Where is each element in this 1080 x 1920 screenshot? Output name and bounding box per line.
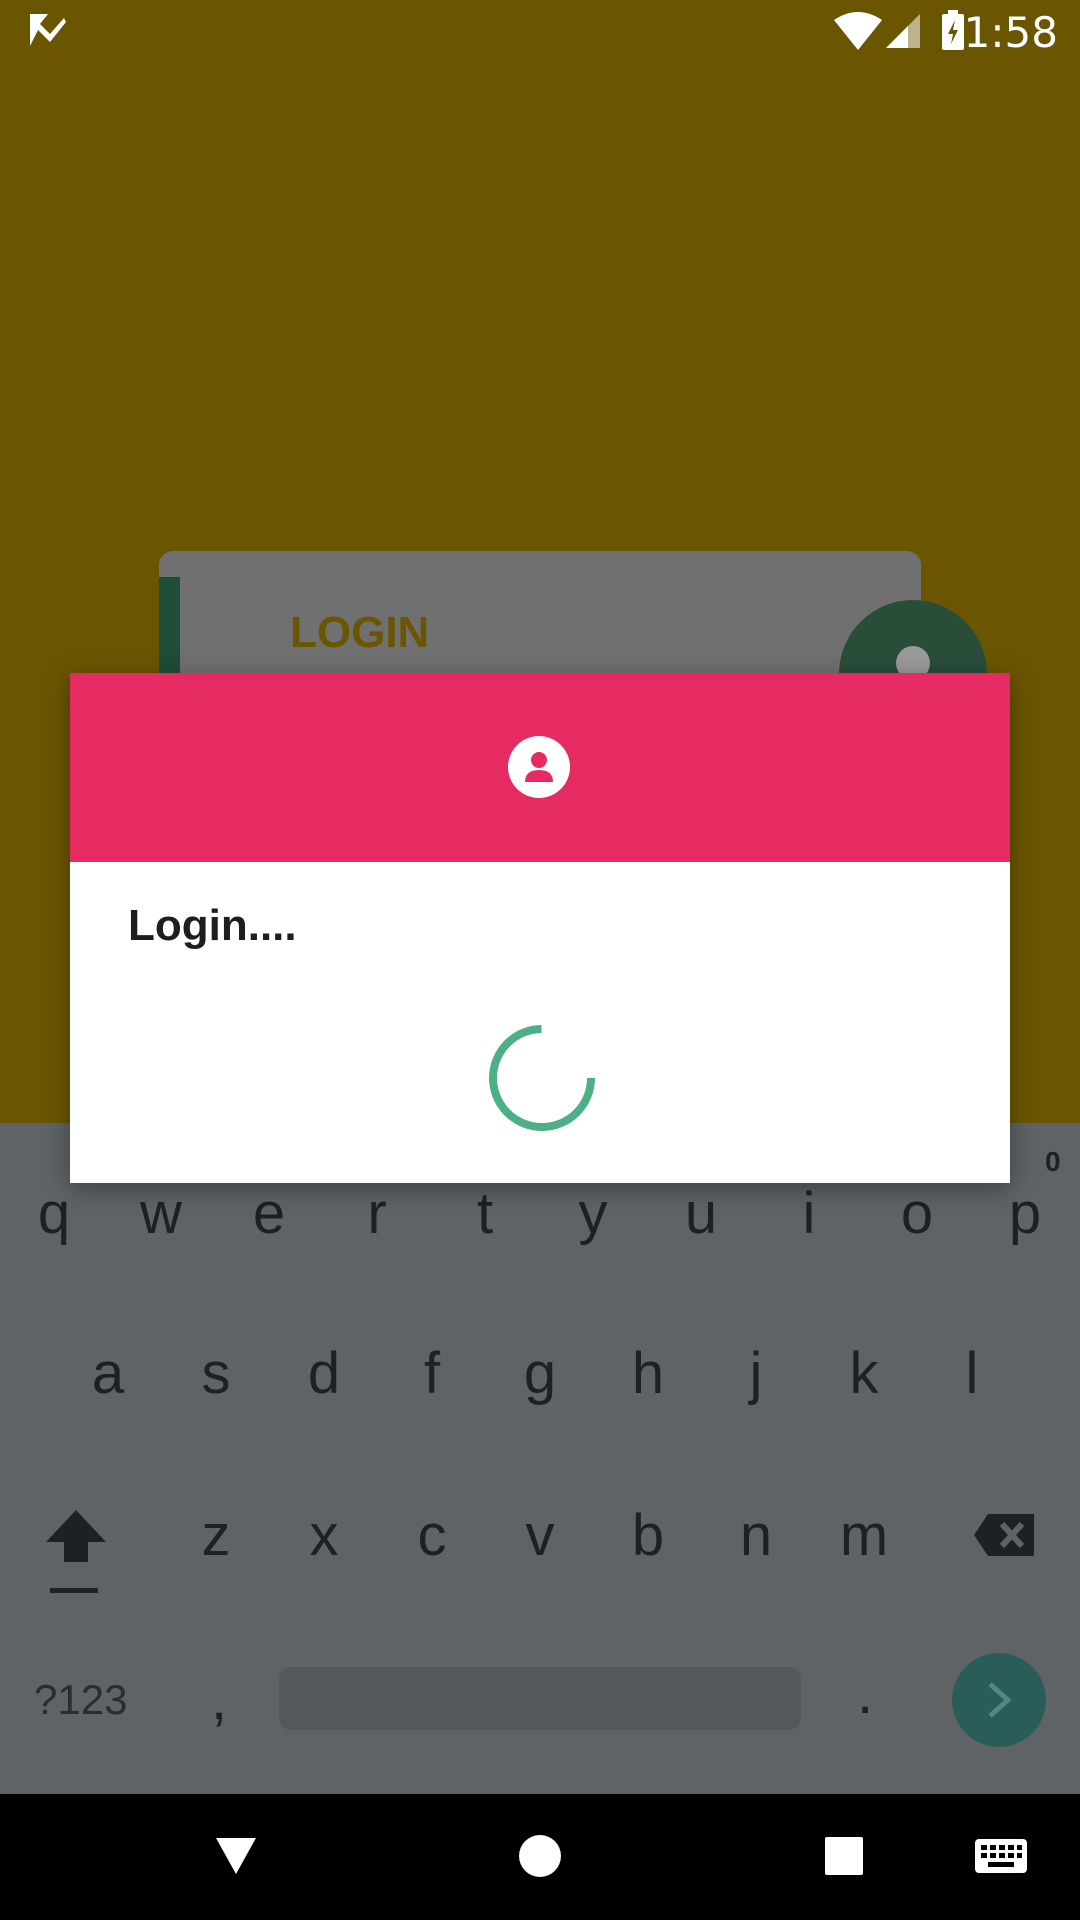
key-g[interactable]: g bbox=[510, 1340, 570, 1407]
key-u[interactable]: u bbox=[671, 1180, 731, 1247]
key-t[interactable]: t bbox=[455, 1180, 515, 1247]
key-w[interactable]: w bbox=[131, 1180, 191, 1247]
key-p-hint: 0 bbox=[1045, 1146, 1061, 1177]
key-l[interactable]: l bbox=[942, 1340, 1002, 1407]
status-bar: 1:58 bbox=[0, 0, 1080, 63]
loading-spinner bbox=[489, 1025, 595, 1131]
navigation-bar bbox=[0, 1794, 1080, 1920]
signal-icon bbox=[886, 14, 920, 48]
key-d[interactable]: d bbox=[294, 1340, 354, 1407]
app-check-icon bbox=[30, 14, 66, 46]
key-i[interactable]: i bbox=[779, 1180, 839, 1247]
comma-key[interactable]: , bbox=[204, 1666, 234, 1733]
key-p[interactable]: p bbox=[995, 1180, 1055, 1247]
key-f[interactable]: f bbox=[402, 1340, 462, 1407]
key-v[interactable]: v bbox=[510, 1502, 570, 1569]
user-icon bbox=[508, 736, 570, 798]
key-k[interactable]: k bbox=[834, 1340, 894, 1407]
person-glyph bbox=[525, 752, 553, 782]
login-progress-dialog: Login.... bbox=[70, 673, 1010, 1183]
back-icon[interactable] bbox=[214, 1836, 258, 1876]
login-card-title: LOGIN bbox=[290, 608, 430, 657]
key-z[interactable]: z bbox=[186, 1502, 246, 1569]
key-h[interactable]: h bbox=[618, 1340, 678, 1407]
backspace-icon[interactable] bbox=[972, 1512, 1036, 1558]
key-m[interactable]: m bbox=[834, 1502, 894, 1569]
key-y[interactable]: y bbox=[563, 1180, 623, 1247]
symbols-key[interactable]: ?123 bbox=[34, 1676, 127, 1724]
key-q[interactable]: q bbox=[24, 1180, 84, 1247]
shift-icon[interactable] bbox=[44, 1508, 108, 1596]
battery-charging-icon bbox=[942, 10, 964, 50]
key-o[interactable]: o bbox=[887, 1180, 947, 1247]
dialog-title: Login.... bbox=[128, 901, 297, 950]
keyboard-icon[interactable] bbox=[974, 1838, 1028, 1874]
status-time: 1:58 bbox=[963, 8, 1058, 57]
key-a[interactable]: a bbox=[78, 1340, 138, 1407]
key-j[interactable]: j bbox=[726, 1340, 786, 1407]
enter-key[interactable] bbox=[952, 1653, 1046, 1747]
space-bar[interactable] bbox=[279, 1667, 801, 1730]
key-x[interactable]: x bbox=[294, 1502, 354, 1569]
key-b[interactable]: b bbox=[618, 1502, 678, 1569]
key-e[interactable]: e bbox=[239, 1180, 299, 1247]
key-s[interactable]: s bbox=[186, 1340, 246, 1407]
period-key[interactable]: . bbox=[850, 1660, 880, 1727]
home-icon[interactable] bbox=[518, 1834, 562, 1878]
dialog-header bbox=[70, 673, 1010, 862]
wifi-icon bbox=[834, 12, 882, 50]
key-r[interactable]: r bbox=[347, 1180, 407, 1247]
key-n[interactable]: n bbox=[726, 1502, 786, 1569]
recents-icon[interactable] bbox=[824, 1836, 864, 1876]
key-c[interactable]: c bbox=[402, 1502, 462, 1569]
enter-arrow-icon bbox=[988, 1682, 1012, 1718]
